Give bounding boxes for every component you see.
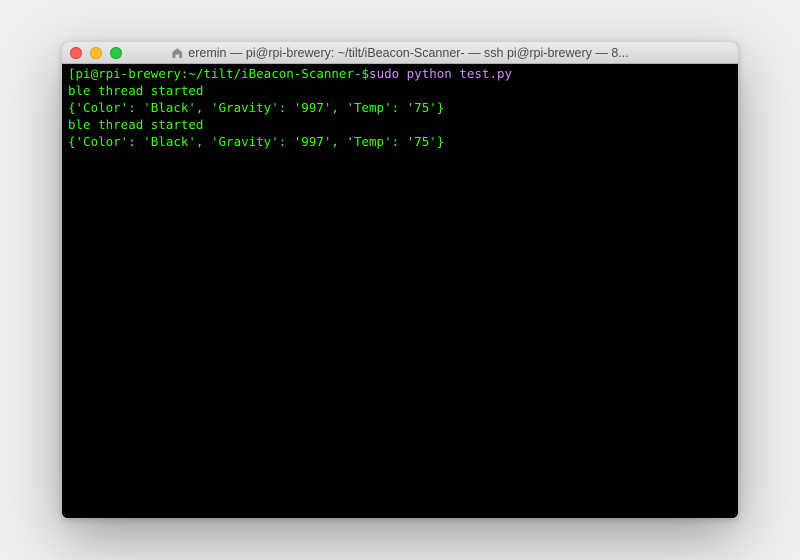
- prompt-sep: :: [181, 66, 189, 83]
- close-button[interactable]: [70, 47, 82, 59]
- home-icon: [171, 47, 183, 59]
- output-line: {'Color': 'Black', 'Gravity': '997', 'Te…: [68, 100, 732, 117]
- prompt-line: [pi@rpi-brewery:~/tilt/iBeacon-Scanner- …: [68, 66, 732, 83]
- output-line: {'Color': 'Black', 'Gravity': '997', 'Te…: [68, 134, 732, 151]
- prompt-close: $: [362, 66, 370, 83]
- terminal-body[interactable]: [pi@rpi-brewery:~/tilt/iBeacon-Scanner- …: [62, 64, 738, 518]
- output-line: ble thread started: [68, 117, 732, 134]
- prompt-open: [: [68, 66, 76, 83]
- title-content: eremin — pi@rpi-brewery: ~/tilt/iBeacon-…: [171, 46, 628, 60]
- traffic-lights: [70, 47, 122, 59]
- titlebar[interactable]: eremin — pi@rpi-brewery: ~/tilt/iBeacon-…: [62, 42, 738, 64]
- minimize-button[interactable]: [90, 47, 102, 59]
- prompt-path: ~/tilt/iBeacon-Scanner-: [188, 66, 361, 83]
- maximize-button[interactable]: [110, 47, 122, 59]
- command-text: sudo python test.py: [369, 66, 512, 83]
- prompt-user-host: pi@rpi-brewery: [76, 66, 181, 83]
- window-title: eremin — pi@rpi-brewery: ~/tilt/iBeacon-…: [188, 46, 628, 60]
- output-line: ble thread started: [68, 83, 732, 100]
- terminal-window: eremin — pi@rpi-brewery: ~/tilt/iBeacon-…: [62, 42, 738, 518]
